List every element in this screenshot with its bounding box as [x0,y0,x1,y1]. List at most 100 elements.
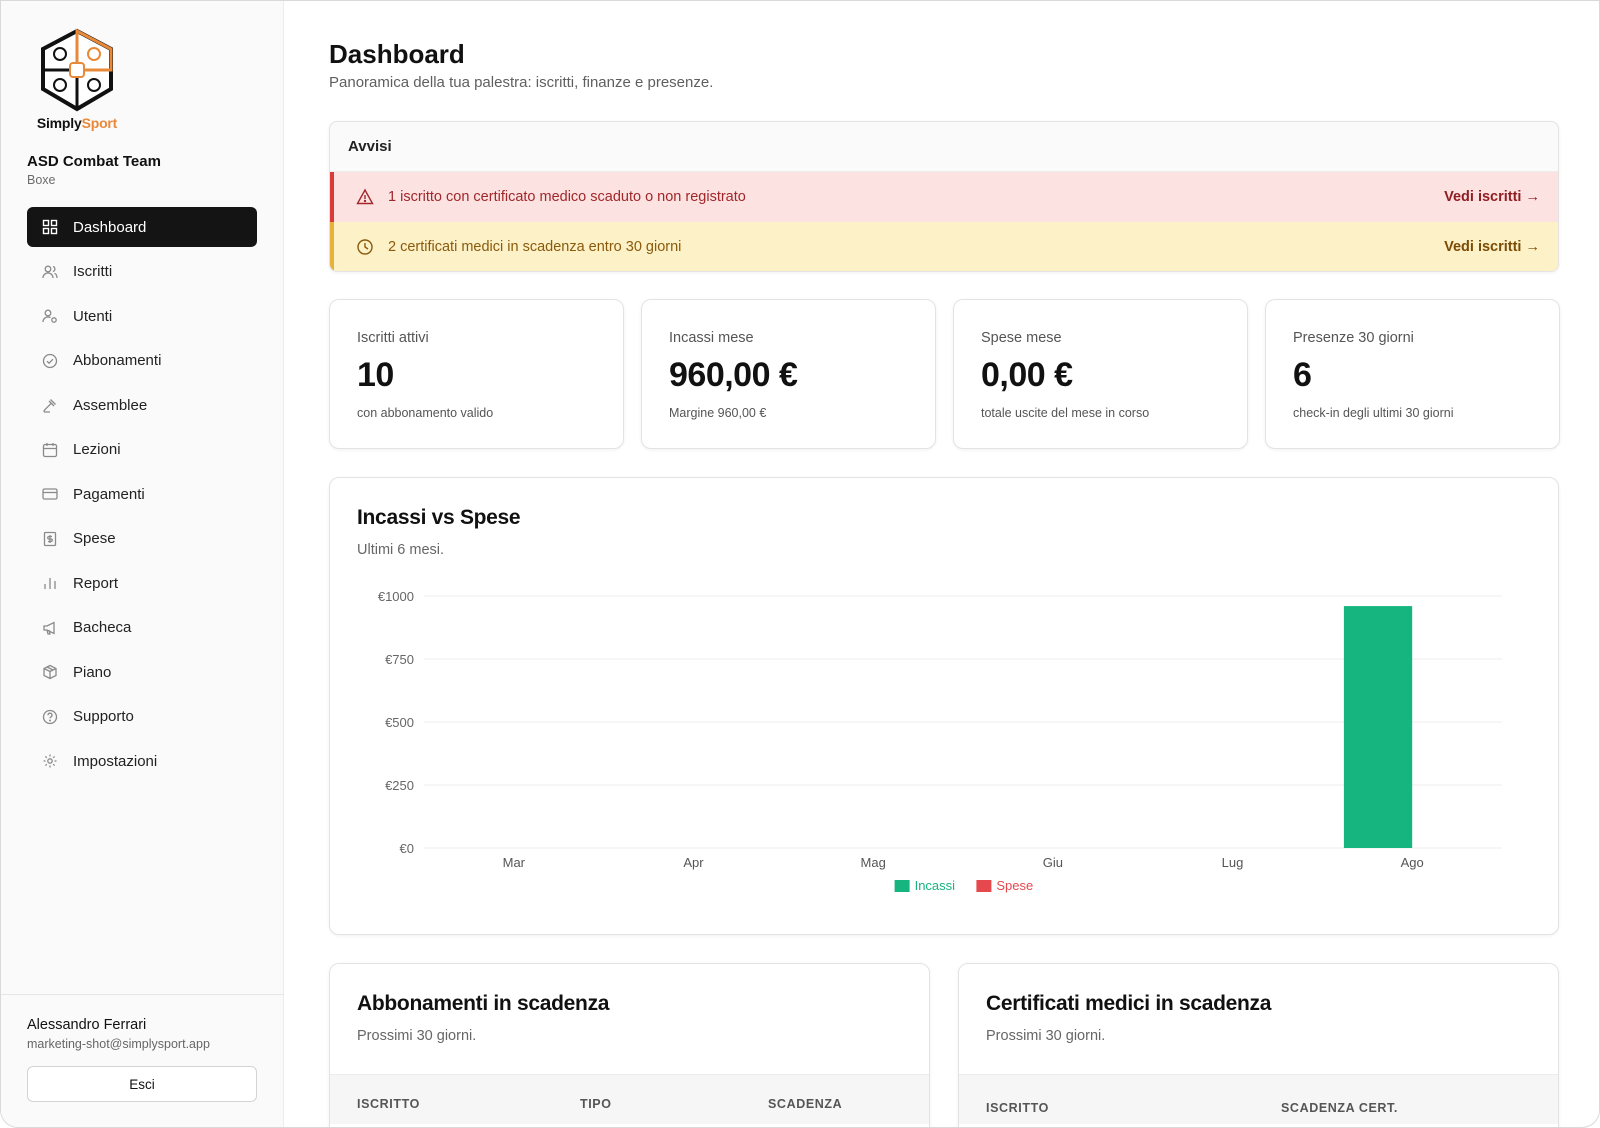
view-members-link[interactable]: Vedi iscritti → [1444,189,1540,205]
y-tick-label: €250 [385,778,414,793]
stat-note: Margine 960,00 € [669,406,767,420]
sidebar-item-label: Dashboard [73,218,147,236]
sidebar-item-label: Utenti [73,307,113,325]
sidebar-nav: Dashboard Iscritti Utenti Abbonamenti As… [27,207,257,786]
sidebar-item-impostazioni[interactable]: Impostazioni [27,741,257,781]
x-tick-label: Giu [1043,855,1063,870]
y-tick-label: €500 [385,715,414,730]
column-header[interactable]: SCADENZA [768,1097,842,1111]
brand-logo[interactable]: SimplySport [31,27,123,131]
column-header[interactable]: TIPO [580,1097,612,1111]
stat-note: con abbonamento valido [357,406,494,420]
stat-value: 960,00 € [669,356,798,394]
bar-chart-icon [41,574,59,592]
sidebar-item-report[interactable]: Report [27,563,257,603]
clock-icon [356,238,374,256]
sidebar-item-label: Supporto [73,708,134,725]
table-header: ISCRITTO TIPO SCADENZA [330,1074,929,1124]
x-tick-label: Mag [861,855,886,870]
x-tick-label: Apr [683,855,704,870]
y-tick-label: €750 [385,652,414,667]
sidebar-item-label: Lezioni [73,441,121,458]
sidebar-item-bacheca[interactable]: Bacheca [27,608,257,648]
y-tick-label: €0 [400,841,414,856]
sidebar-item-pagamenti[interactable]: Pagamenti [27,474,257,514]
sidebar-item-label: Bacheca [73,619,132,636]
logo-icon [41,28,113,112]
credit-card-icon [41,485,59,503]
expiring-certificates-card: Certificati medici in scadenza Prossimi … [958,963,1559,1127]
table-header: ISCRITTO SCADENZA CERT. [959,1074,1558,1124]
page-subtitle: Panoramica della tua palestra: iscritti,… [329,74,714,91]
stat-card-active-members: Iscritti attivi 10 con abbonamento valid… [329,299,624,449]
sidebar-item-label: Pagamenti [73,485,145,503]
sidebar-item-label: Report [73,574,119,592]
alerts-title: Avvisi [330,122,1558,172]
receipt-icon [41,530,59,548]
stat-card-monthly-expenses: Spese mese 0,00 € totale uscite del mese… [953,299,1248,449]
card-title: Abbonamenti in scadenza [357,992,610,1015]
sidebar-item-assemblee[interactable]: Assemblee [27,385,257,425]
sidebar-item-spese[interactable]: Spese [27,519,257,559]
stat-card-attendance: Presenze 30 giorni 6 check-in degli ulti… [1265,299,1560,449]
logout-button[interactable]: Esci [27,1066,257,1102]
legend-label-incassi: Incassi [915,878,956,893]
brand-name-part1: Simply [36,115,82,131]
column-header[interactable]: ISCRITTO [986,1101,1049,1115]
stats-row: Iscritti attivi 10 con abbonamento valid… [329,299,1560,449]
alert-danger: 1 iscritto con certificato medico scadut… [330,172,1558,222]
x-tick-label: Ago [1401,855,1424,870]
sidebar-item-dashboard[interactable]: Dashboard [27,207,257,247]
card-subtitle: Prossimi 30 giorni. [357,1028,477,1044]
sidebar-footer: Alessandro Ferrari marketing-shot@simply… [1,994,284,1127]
stat-label: Iscritti attivi [357,330,429,346]
income-expenses-chart: €0 €250 €500 €750 €1000 Mar Apr Mag Giu Lug Ago Inc… [378,589,1502,893]
grid-icon [41,218,59,236]
brand-name-part2: Sport [81,115,118,131]
stat-value: 6 [1293,356,1312,394]
brand-name: SimplySport [31,115,123,131]
alert-warning: 2 certificati medici in scadenza entro 3… [330,222,1558,271]
sidebar-item-label: Assemblee [73,396,148,414]
gear-icon [41,752,59,770]
page-title: Dashboard [329,39,465,69]
income-expenses-card: Incassi vs Spese Ultimi 6 mesi. €0 €250 €5… [329,477,1559,935]
package-icon [41,663,59,681]
bar-incassi [1343,606,1413,848]
x-tick-label: Lug [1222,855,1244,870]
sidebar-item-abbonamenti[interactable]: Abbonamenti [27,341,257,381]
sidebar-item-label: Iscritti [73,263,113,280]
sidebar-item-supporto[interactable]: Supporto [27,697,257,737]
legend-label-spese: Spese [996,878,1033,893]
alert-text: 1 iscritto con certificato medico scadut… [388,189,746,205]
sidebar-item-utenti[interactable]: Utenti [27,296,257,336]
stat-note: check-in degli ultimi 30 giorni [1293,406,1454,420]
sidebar-item-label: Piano [73,663,112,681]
sidebar-item-label: Abbonamenti [73,352,162,369]
calendar-icon [41,441,59,459]
sidebar-item-label: Spese [73,530,116,547]
megaphone-icon [41,619,59,637]
stat-note: totale uscite del mese in corso [981,406,1150,420]
column-header[interactable]: ISCRITTO [357,1097,420,1111]
organization-sport: Boxe [27,173,56,187]
sidebar-item-label: Impostazioni [73,752,158,770]
main-content: Dashboard Panoramica della tua palestra:… [284,1,1599,1127]
alert-text: 2 certificati medici in scadenza entro 3… [388,239,682,255]
app-window: SimplySport ASD Combat Team Boxe Dashboa… [0,0,1600,1128]
view-members-link[interactable]: Vedi iscritti → [1444,239,1540,255]
sidebar-item-piano[interactable]: Piano [27,652,257,692]
users-icon [41,263,59,281]
gavel-icon [41,396,59,414]
column-header[interactable]: SCADENZA CERT. [1281,1101,1398,1115]
expiring-subscriptions-card: Abbonamenti in scadenza Prossimi 30 gior… [329,963,930,1127]
sidebar-item-lezioni[interactable]: Lezioni [27,430,257,470]
user-name: Alessandro Ferrari [27,1017,147,1033]
stat-value: 10 [357,356,394,394]
legend-swatch-incassi [894,880,910,892]
user-cog-icon [41,307,59,325]
sidebar-item-iscritti[interactable]: Iscritti [27,252,257,292]
x-tick-label: Mar [503,855,526,870]
y-tick-label: €1000 [378,589,414,604]
help-circle-icon [41,708,59,726]
